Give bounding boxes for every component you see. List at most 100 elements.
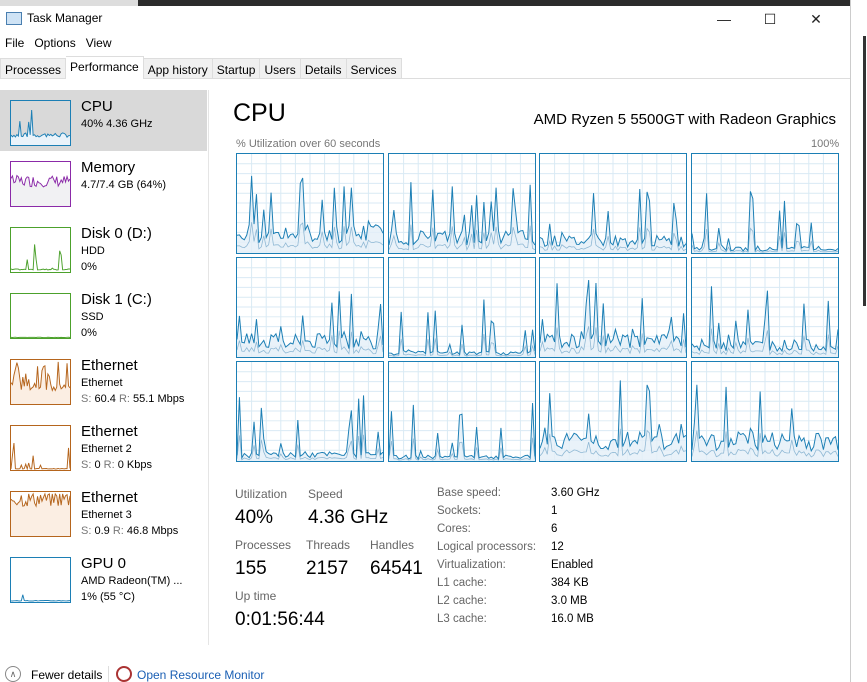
- processes-label: Processes: [235, 538, 292, 552]
- sidebar-item-detail: 4.7/7.4 GB (64%): [81, 179, 166, 191]
- sidebar-item-gpu-0-7[interactable]: GPU 0 AMD Radeon(TM) ... 1% (55 °C): [0, 547, 207, 613]
- logical-processor-graph-8: [236, 361, 384, 462]
- mini-graph: [10, 557, 71, 603]
- divider: [208, 90, 209, 645]
- spec-label: Virtualization:: [437, 559, 506, 571]
- sidebar-item-detail: SSD: [81, 311, 104, 323]
- sidebar-item-value: 1% (55 °C): [81, 591, 135, 603]
- page-title: CPU: [233, 99, 286, 127]
- sidebar-item-name: GPU 0: [81, 555, 127, 572]
- tab-services[interactable]: Services: [346, 58, 402, 79]
- sidebar-item-throughput: S: 0 R: 0 Kbps: [81, 459, 152, 471]
- sidebar-item-throughput: S: 60.4 R: 55.1 Mbps: [81, 393, 185, 405]
- uptime-value: 0:01:56:44: [235, 609, 325, 630]
- sidebar-item-value: 0%: [81, 327, 97, 339]
- speed-label: Speed: [308, 487, 343, 501]
- spec-label: Logical processors:: [437, 541, 537, 553]
- tab-details[interactable]: Details: [300, 58, 347, 79]
- spec-label: Base speed:: [437, 487, 501, 499]
- mini-graph: [10, 359, 71, 405]
- logical-processor-graph-4: [236, 257, 384, 358]
- handles-label: Handles: [370, 538, 415, 552]
- sidebar-item-ethernet-4[interactable]: Ethernet Ethernet S: 60.4 R: 55.1 Mbps: [0, 349, 207, 415]
- sidebar-item-name: Ethernet: [81, 423, 138, 440]
- menu-view[interactable]: View: [81, 36, 117, 54]
- spec-value: 3.0 MB: [551, 595, 588, 607]
- fewer-details-link[interactable]: Fewer details: [31, 668, 102, 682]
- sidebar-item-name: Disk 1 (C:): [81, 291, 152, 308]
- spec-label: Cores:: [437, 523, 471, 535]
- mini-graph: [10, 100, 71, 146]
- footer: ∧ Fewer details Open Resource Monitor: [0, 664, 867, 682]
- threads-value: 2157: [306, 558, 349, 579]
- spec-label: L2 cache:: [437, 595, 487, 607]
- sidebar-item-name: Memory: [81, 159, 136, 176]
- sidebar-item-name: Ethernet: [81, 489, 138, 506]
- uptime-label: Up time: [235, 589, 277, 603]
- mini-graph: [10, 227, 71, 273]
- logical-processor-graph-6: [539, 257, 687, 358]
- sidebar-item-ethernet-5[interactable]: Ethernet Ethernet 2 S: 0 R: 0 Kbps: [0, 415, 207, 481]
- sidebar-item-memory-1[interactable]: Memory 4.7/7.4 GB (64%): [0, 151, 207, 217]
- separator: [108, 666, 109, 682]
- sidebar-item-detail: Ethernet: [81, 377, 123, 389]
- chevron-up-icon[interactable]: ∧: [5, 666, 21, 682]
- tab-startup[interactable]: Startup: [212, 58, 261, 79]
- logical-processor-graph-11: [690, 361, 839, 462]
- window-title: Task Manager: [27, 11, 103, 25]
- spec-value: 384 KB: [551, 577, 589, 589]
- sidebar-item-detail: HDD: [81, 245, 105, 257]
- task-manager-icon: [6, 12, 22, 25]
- cpu-model: AMD Ryzen 5 5500GT with Radeon Graphics: [533, 111, 836, 128]
- tab-bar: Processes Performance App history Startu…: [0, 56, 850, 79]
- speed-value: 4.36 GHz: [308, 507, 389, 528]
- spec-value: 6: [551, 523, 558, 535]
- menu-bar: File Options View: [0, 36, 117, 54]
- tab-users[interactable]: Users: [260, 58, 301, 79]
- utilization-value: 40%: [235, 507, 274, 528]
- tab-processes[interactable]: Processes: [0, 58, 67, 79]
- utilization-label: Utilization: [235, 487, 288, 501]
- spec-label: L3 cache:: [437, 613, 487, 625]
- sidebar-item-detail: AMD Radeon(TM) ...: [81, 575, 183, 587]
- mini-graph: [10, 293, 71, 339]
- sidebar-item-name: CPU: [81, 98, 113, 115]
- minimize-button[interactable]: —: [704, 8, 744, 30]
- sidebar-item-disk-0-d--2[interactable]: Disk 0 (D:) HDD 0%: [0, 217, 207, 283]
- logical-processor-graph-3: [690, 153, 839, 254]
- spec-value: Enabled: [551, 559, 594, 571]
- open-resource-monitor-link[interactable]: Open Resource Monitor: [137, 668, 264, 682]
- sidebar-item-disk-1-c--3[interactable]: Disk 1 (C:) SSD 0%: [0, 283, 207, 349]
- menu-options[interactable]: Options: [29, 36, 80, 54]
- spec-value: 3.60 GHz: [551, 487, 600, 499]
- tab-app-history[interactable]: App history: [143, 58, 213, 79]
- resource-monitor-icon[interactable]: [116, 666, 132, 682]
- spec-label: L1 cache:: [437, 577, 487, 589]
- close-button[interactable]: ✕: [796, 8, 836, 30]
- logical-processor-graph-0: [236, 153, 384, 254]
- logical-processor-graph-9: [387, 361, 536, 462]
- logical-processor-graph-10: [539, 361, 687, 462]
- spec-value: 12: [551, 541, 564, 553]
- sidebar-item-detail: Ethernet 2: [81, 443, 132, 455]
- sidebar-item-name: Disk 0 (D:): [81, 225, 152, 242]
- tab-performance[interactable]: Performance: [66, 56, 144, 79]
- sidebar-item-cpu-0[interactable]: CPU 40% 4.36 GHz: [0, 90, 207, 151]
- sidebar-item-ethernet-6[interactable]: Ethernet Ethernet 3 S: 0.9 R: 46.8 Mbps: [0, 481, 207, 547]
- menu-file[interactable]: File: [0, 36, 29, 54]
- logical-processor-graph-1: [387, 153, 536, 254]
- sidebar-item-value: 0%: [81, 261, 97, 273]
- mini-graph: [10, 161, 71, 207]
- mini-graph: [10, 491, 71, 537]
- graph-max-label: 100%: [811, 138, 840, 150]
- sidebar-item-detail: 40% 4.36 GHz: [81, 118, 153, 130]
- sidebar-item-name: Ethernet: [81, 357, 138, 374]
- logical-processor-graph-7: [690, 257, 839, 358]
- processes-value: 155: [235, 558, 267, 579]
- maximize-button[interactable]: ☐: [750, 8, 790, 30]
- spec-value: 1: [551, 505, 558, 517]
- resource-sidebar: CPU 40% 4.36 GHz Memory 4.7/7.4 GB (64%) Dis…: [0, 90, 207, 613]
- background-window-edge: [850, 0, 867, 682]
- logical-processor-graph-5: [387, 257, 536, 358]
- spec-label: Sockets:: [437, 505, 482, 517]
